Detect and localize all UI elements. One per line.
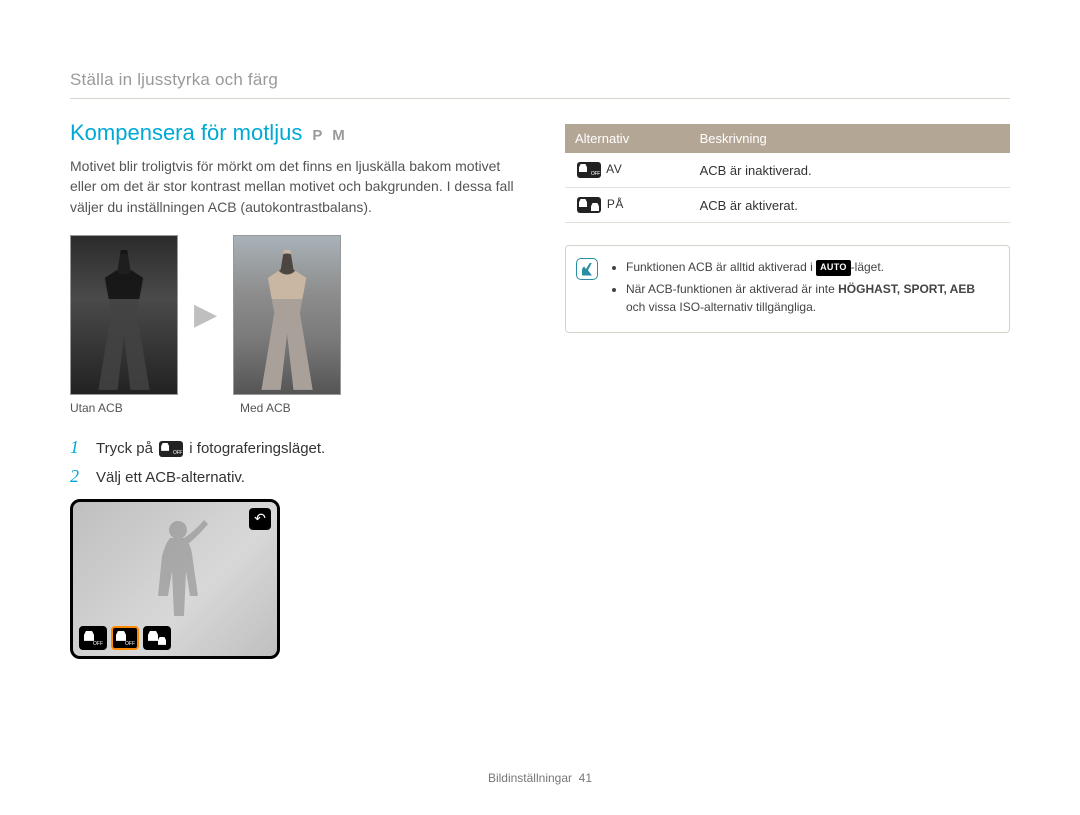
screen-option-3[interactable] [143, 626, 171, 650]
mode-badges: P M [312, 127, 347, 144]
breadcrumb-rule [70, 98, 1010, 99]
steps-list: 1 Tryck på i fotograferingsläget. 2 Välj… [70, 437, 515, 487]
options-header-desc: Beskrivning [690, 124, 1010, 153]
screen-option-bar: OFF OFF [79, 626, 171, 650]
step-2-text: Välj ett ACB-alternativ. [96, 469, 245, 486]
section-title-text: Kompensera för motljus [70, 120, 302, 146]
note-icon [576, 258, 598, 280]
table-row: PÅ ACB är aktiverat. [565, 188, 1010, 223]
note-box: Funktionen ACB är alltid aktiverad i AUT… [565, 245, 1010, 333]
camera-screen: ↶ OFF OFF [70, 499, 280, 659]
caption-with-acb: Med ACB [240, 401, 348, 415]
step-2-number: 2 [70, 466, 86, 487]
screen-option-2[interactable]: OFF [111, 626, 139, 650]
options-header-alt: Alternativ [565, 124, 690, 153]
breadcrumb: Ställa in ljusstyrka och färg [70, 70, 278, 90]
section-body: Motivet blir troligtvis för mörkt om det… [70, 156, 515, 217]
table-row: AV ACB är inaktiverad. [565, 153, 1010, 188]
acb-on-icon [577, 197, 601, 213]
caption-without-acb: Utan ACB [70, 401, 178, 415]
figure-person-bright [255, 250, 319, 390]
section-title: Kompensera för motljus P M [70, 120, 515, 146]
option-pa: PÅ [565, 188, 690, 223]
step-1-number: 1 [70, 437, 86, 458]
figure-person-dark [92, 250, 156, 390]
acb-off-icon [577, 162, 601, 178]
options-table: Alternativ Beskrivning AV ACB är inaktiv… [565, 124, 1010, 223]
option-pa-desc: ACB är aktiverat. [690, 188, 1010, 223]
step-1: 1 Tryck på i fotograferingsläget. [70, 437, 515, 458]
silhouette-icon [140, 516, 210, 616]
note-item-1: Funktionen ACB är alltid aktiverad i AUT… [626, 258, 995, 276]
compare-row: ▶ [70, 235, 515, 395]
compare-captions: Utan ACB Med ACB [70, 401, 515, 415]
arrow-icon: ▶ [194, 297, 217, 332]
photo-with-acb [233, 235, 341, 395]
option-av: AV [565, 153, 690, 188]
right-column: Alternativ Beskrivning AV ACB är inaktiv… [565, 120, 1010, 659]
option-av-desc: ACB är inaktiverad. [690, 153, 1010, 188]
page-footer: Bildinställningar 41 [0, 771, 1080, 785]
step-1-text: Tryck på i fotograferingsläget. [96, 440, 325, 457]
photo-without-acb [70, 235, 178, 395]
footer-page-number: 41 [579, 771, 592, 785]
step-2: 2 Välj ett ACB-alternativ. [70, 466, 515, 487]
left-column: Kompensera för motljus P M Motivet blir … [70, 120, 515, 659]
auto-badge: AUTO [816, 260, 851, 276]
screen-option-1[interactable]: OFF [79, 626, 107, 650]
back-button-icon[interactable]: ↶ [249, 508, 271, 530]
acb-off-icon [159, 441, 183, 457]
footer-section: Bildinställningar [488, 771, 572, 785]
note-item-2: När ACB-funktionen är aktiverad är inte … [626, 280, 995, 316]
